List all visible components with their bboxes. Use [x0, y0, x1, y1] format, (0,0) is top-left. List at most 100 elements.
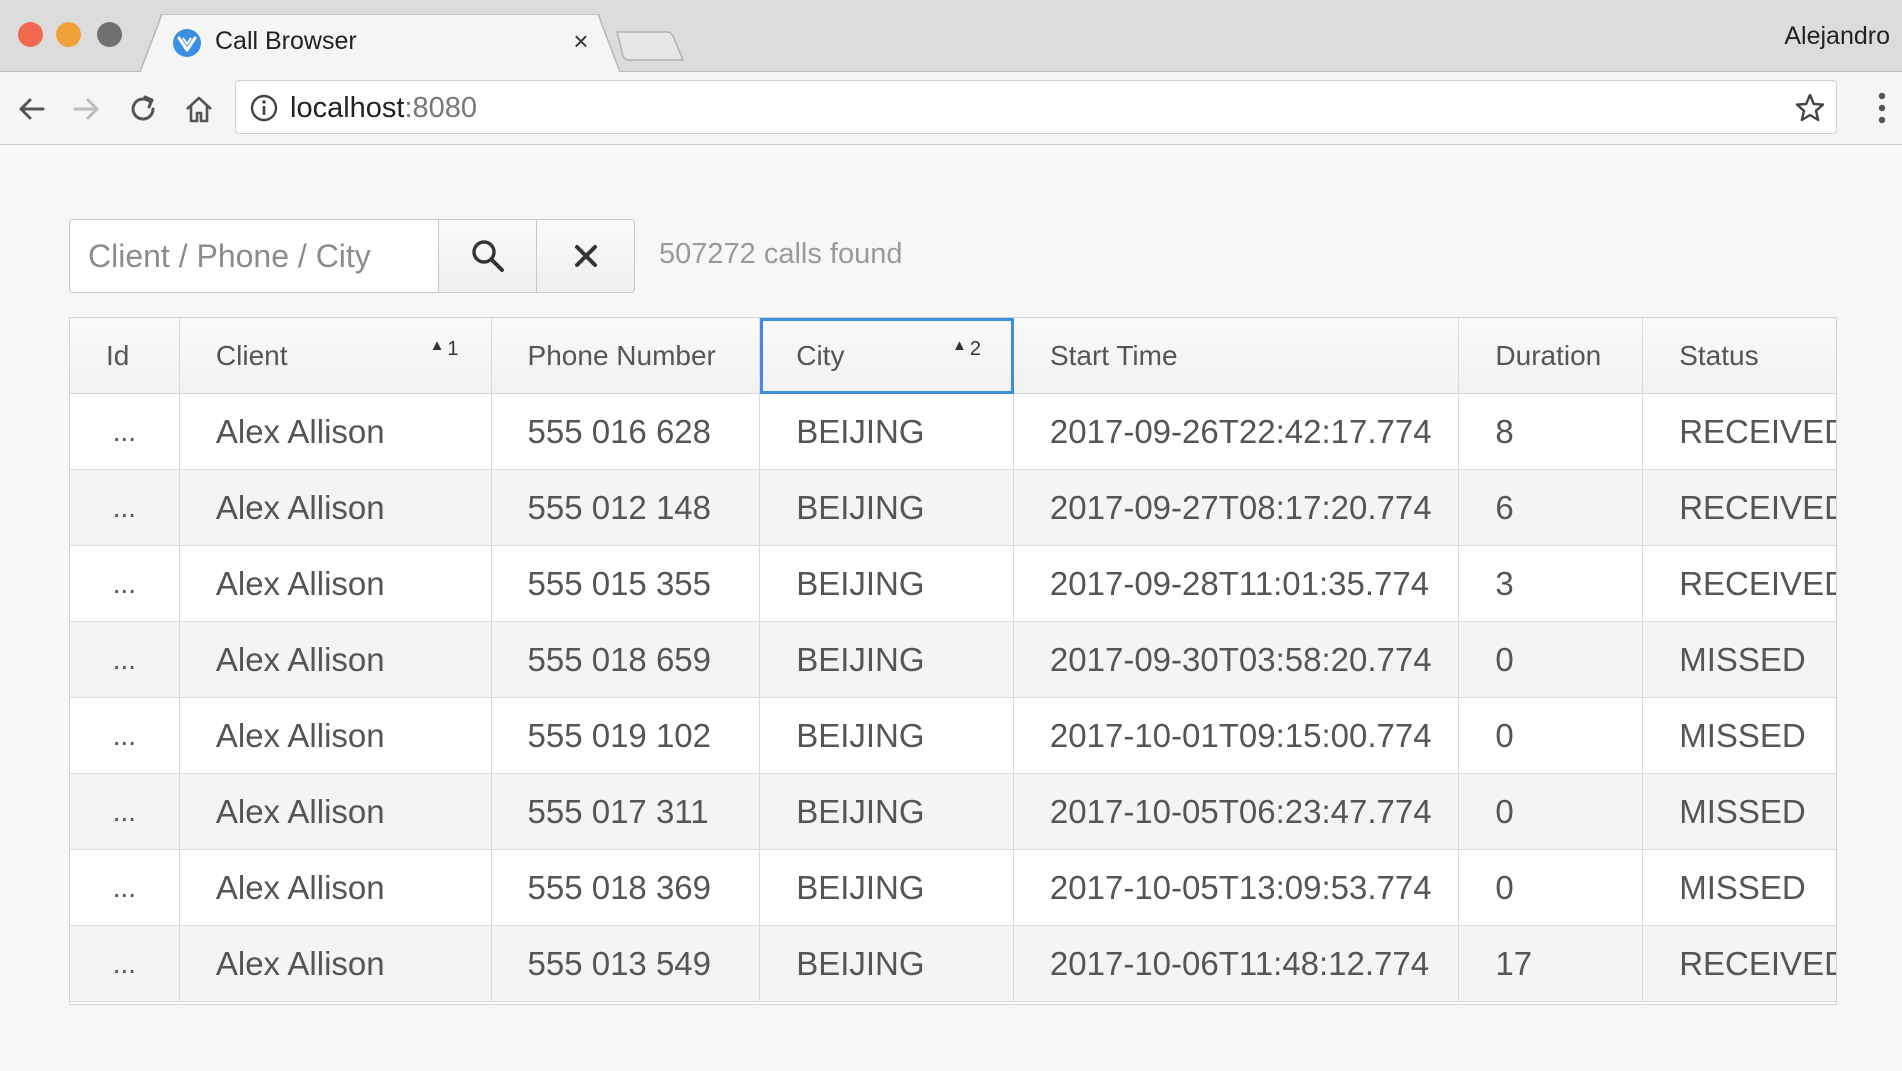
- home-button[interactable]: [180, 90, 218, 128]
- cell-status: MISSED: [1679, 868, 1806, 906]
- cell-duration: 0: [1459, 850, 1644, 925]
- search-icon: [471, 240, 504, 272]
- cell-phone: 555 015 355: [492, 546, 761, 621]
- table-row[interactable]: ... Alex Allison 555 013 549 BEIJING 201…: [70, 926, 1836, 1002]
- column-header-phone[interactable]: Phone Number: [492, 318, 761, 394]
- cell-id: ...: [70, 546, 180, 621]
- cell-status: MISSED: [1679, 716, 1806, 754]
- table-row[interactable]: ... Alex Allison 555 018 369 BEIJING 201…: [70, 850, 1836, 926]
- cell-client: Alex Allison: [180, 622, 492, 697]
- cell-duration: 8: [1459, 394, 1644, 469]
- cell-status: RECEIVED: [1679, 412, 1836, 450]
- search-button[interactable]: [438, 220, 536, 292]
- cell-start-time: 2017-10-05T06:23:47.774: [1014, 774, 1460, 849]
- cell-id: ...: [70, 394, 180, 469]
- cell-phone: 555 017 311: [492, 774, 761, 849]
- table-row[interactable]: ... Alex Allison 555 017 311 BEIJING 201…: [70, 774, 1836, 850]
- column-header-status[interactable]: Status: [1643, 318, 1836, 394]
- close-window-button[interactable]: [18, 22, 43, 47]
- cell-start-time: 2017-09-27T08:17:20.774: [1014, 470, 1460, 545]
- cell-client: Alex Allison: [180, 774, 492, 849]
- cell-phone: 555 016 628: [492, 394, 761, 469]
- cell-status: RECEIVED: [1679, 564, 1836, 602]
- cell-status: MISSED: [1679, 792, 1806, 830]
- info-icon[interactable]: [250, 94, 278, 122]
- cell-city: BEIJING: [760, 546, 1014, 621]
- back-button[interactable]: [12, 90, 50, 128]
- table-row[interactable]: ... Alex Allison 555 015 355 BEIJING 201…: [70, 546, 1836, 622]
- browser-tab-active[interactable]: [140, 14, 620, 72]
- cell-start-time: 2017-09-26T22:42:17.774: [1014, 394, 1460, 469]
- column-header-id[interactable]: Id: [70, 318, 180, 394]
- column-header-client[interactable]: Client ▲ 1: [180, 318, 492, 394]
- cell-city: BEIJING: [760, 622, 1014, 697]
- cell-city: BEIJING: [760, 926, 1014, 1001]
- cell-status: MISSED: [1679, 640, 1806, 678]
- sort-indicator-client: ▲ 1: [429, 337, 459, 360]
- cell-phone: 555 019 102: [492, 698, 761, 773]
- table-row[interactable]: ... Alex Allison 555 019 102 BEIJING 201…: [70, 698, 1836, 774]
- sort-asc-icon: ▲: [951, 337, 967, 354]
- cell-client: Alex Allison: [180, 470, 492, 545]
- cell-id: ...: [70, 698, 180, 773]
- cell-city: BEIJING: [760, 698, 1014, 773]
- cell-status: RECEIVED: [1679, 944, 1836, 982]
- sort-indicator-city: ▲ 2: [951, 337, 981, 360]
- reload-button[interactable]: [124, 90, 162, 128]
- cell-duration: 0: [1459, 774, 1644, 849]
- url-text: localhost:8080: [290, 92, 478, 124]
- cell-duration: 0: [1459, 622, 1644, 697]
- cell-start-time: 2017-10-05T13:09:53.774: [1014, 850, 1460, 925]
- minimize-window-button[interactable]: [56, 22, 81, 47]
- search-group: [69, 219, 635, 293]
- column-header-duration[interactable]: Duration: [1459, 318, 1644, 394]
- cell-client: Alex Allison: [180, 850, 492, 925]
- maximize-window-button[interactable]: [97, 22, 122, 47]
- cell-status: RECEIVED: [1679, 488, 1836, 526]
- forward-button[interactable]: [68, 90, 106, 128]
- cell-client: Alex Allison: [180, 698, 492, 773]
- cell-phone: 555 018 369: [492, 850, 761, 925]
- tab-title: Call Browser: [215, 27, 357, 55]
- calls-grid: Id Client ▲ 1 Phone Number City ▲ 2 Star…: [69, 317, 1837, 1005]
- cell-start-time: 2017-09-30T03:58:20.774: [1014, 622, 1460, 697]
- cell-id: ...: [70, 774, 180, 849]
- table-row[interactable]: ... Alex Allison 555 018 659 BEIJING 201…: [70, 622, 1836, 698]
- cell-client: Alex Allison: [180, 546, 492, 621]
- table-row[interactable]: ... Alex Allison 555 016 628 BEIJING 201…: [70, 394, 1836, 470]
- cell-start-time: 2017-10-01T09:15:00.774: [1014, 698, 1460, 773]
- address-bar[interactable]: localhost:8080: [235, 80, 1837, 134]
- browser-titlebar: Call Browser × Alejandro: [0, 0, 1902, 72]
- menu-icon[interactable]: [1876, 90, 1888, 126]
- new-tab-button[interactable]: [615, 28, 685, 62]
- cell-start-time: 2017-09-28T11:01:35.774: [1014, 546, 1460, 621]
- clear-search-button[interactable]: [536, 220, 634, 292]
- cell-id: ...: [70, 470, 180, 545]
- browser-toolbar: localhost:8080: [0, 72, 1902, 145]
- cell-duration: 6: [1459, 470, 1644, 545]
- cell-duration: 0: [1459, 698, 1644, 773]
- grid-header: Id Client ▲ 1 Phone Number City ▲ 2 Star…: [70, 318, 1836, 394]
- search-input[interactable]: [70, 220, 438, 292]
- cell-id: ...: [70, 926, 180, 1001]
- vaadin-logo-icon: [173, 29, 201, 57]
- profile-name[interactable]: Alejandro: [1784, 22, 1890, 51]
- star-icon[interactable]: [1794, 92, 1826, 124]
- cell-phone: 555 018 659: [492, 622, 761, 697]
- tab-close-icon[interactable]: ×: [566, 26, 596, 56]
- cell-city: BEIJING: [760, 774, 1014, 849]
- sort-asc-icon: ▲: [429, 337, 445, 354]
- forward-icon: [73, 98, 99, 120]
- back-icon: [19, 98, 45, 120]
- reload-icon: [131, 95, 155, 121]
- results-count: 507272 calls found: [659, 238, 903, 270]
- cell-client: Alex Allison: [180, 394, 492, 469]
- cell-phone: 555 013 549: [492, 926, 761, 1001]
- column-header-city[interactable]: City ▲ 2: [760, 318, 1014, 394]
- table-row[interactable]: ... Alex Allison 555 012 148 BEIJING 201…: [70, 470, 1836, 546]
- close-icon: [574, 245, 597, 267]
- cell-city: BEIJING: [760, 850, 1014, 925]
- column-header-start-time[interactable]: Start Time: [1014, 318, 1460, 394]
- cell-city: BEIJING: [760, 394, 1014, 469]
- home-icon: [186, 96, 212, 123]
